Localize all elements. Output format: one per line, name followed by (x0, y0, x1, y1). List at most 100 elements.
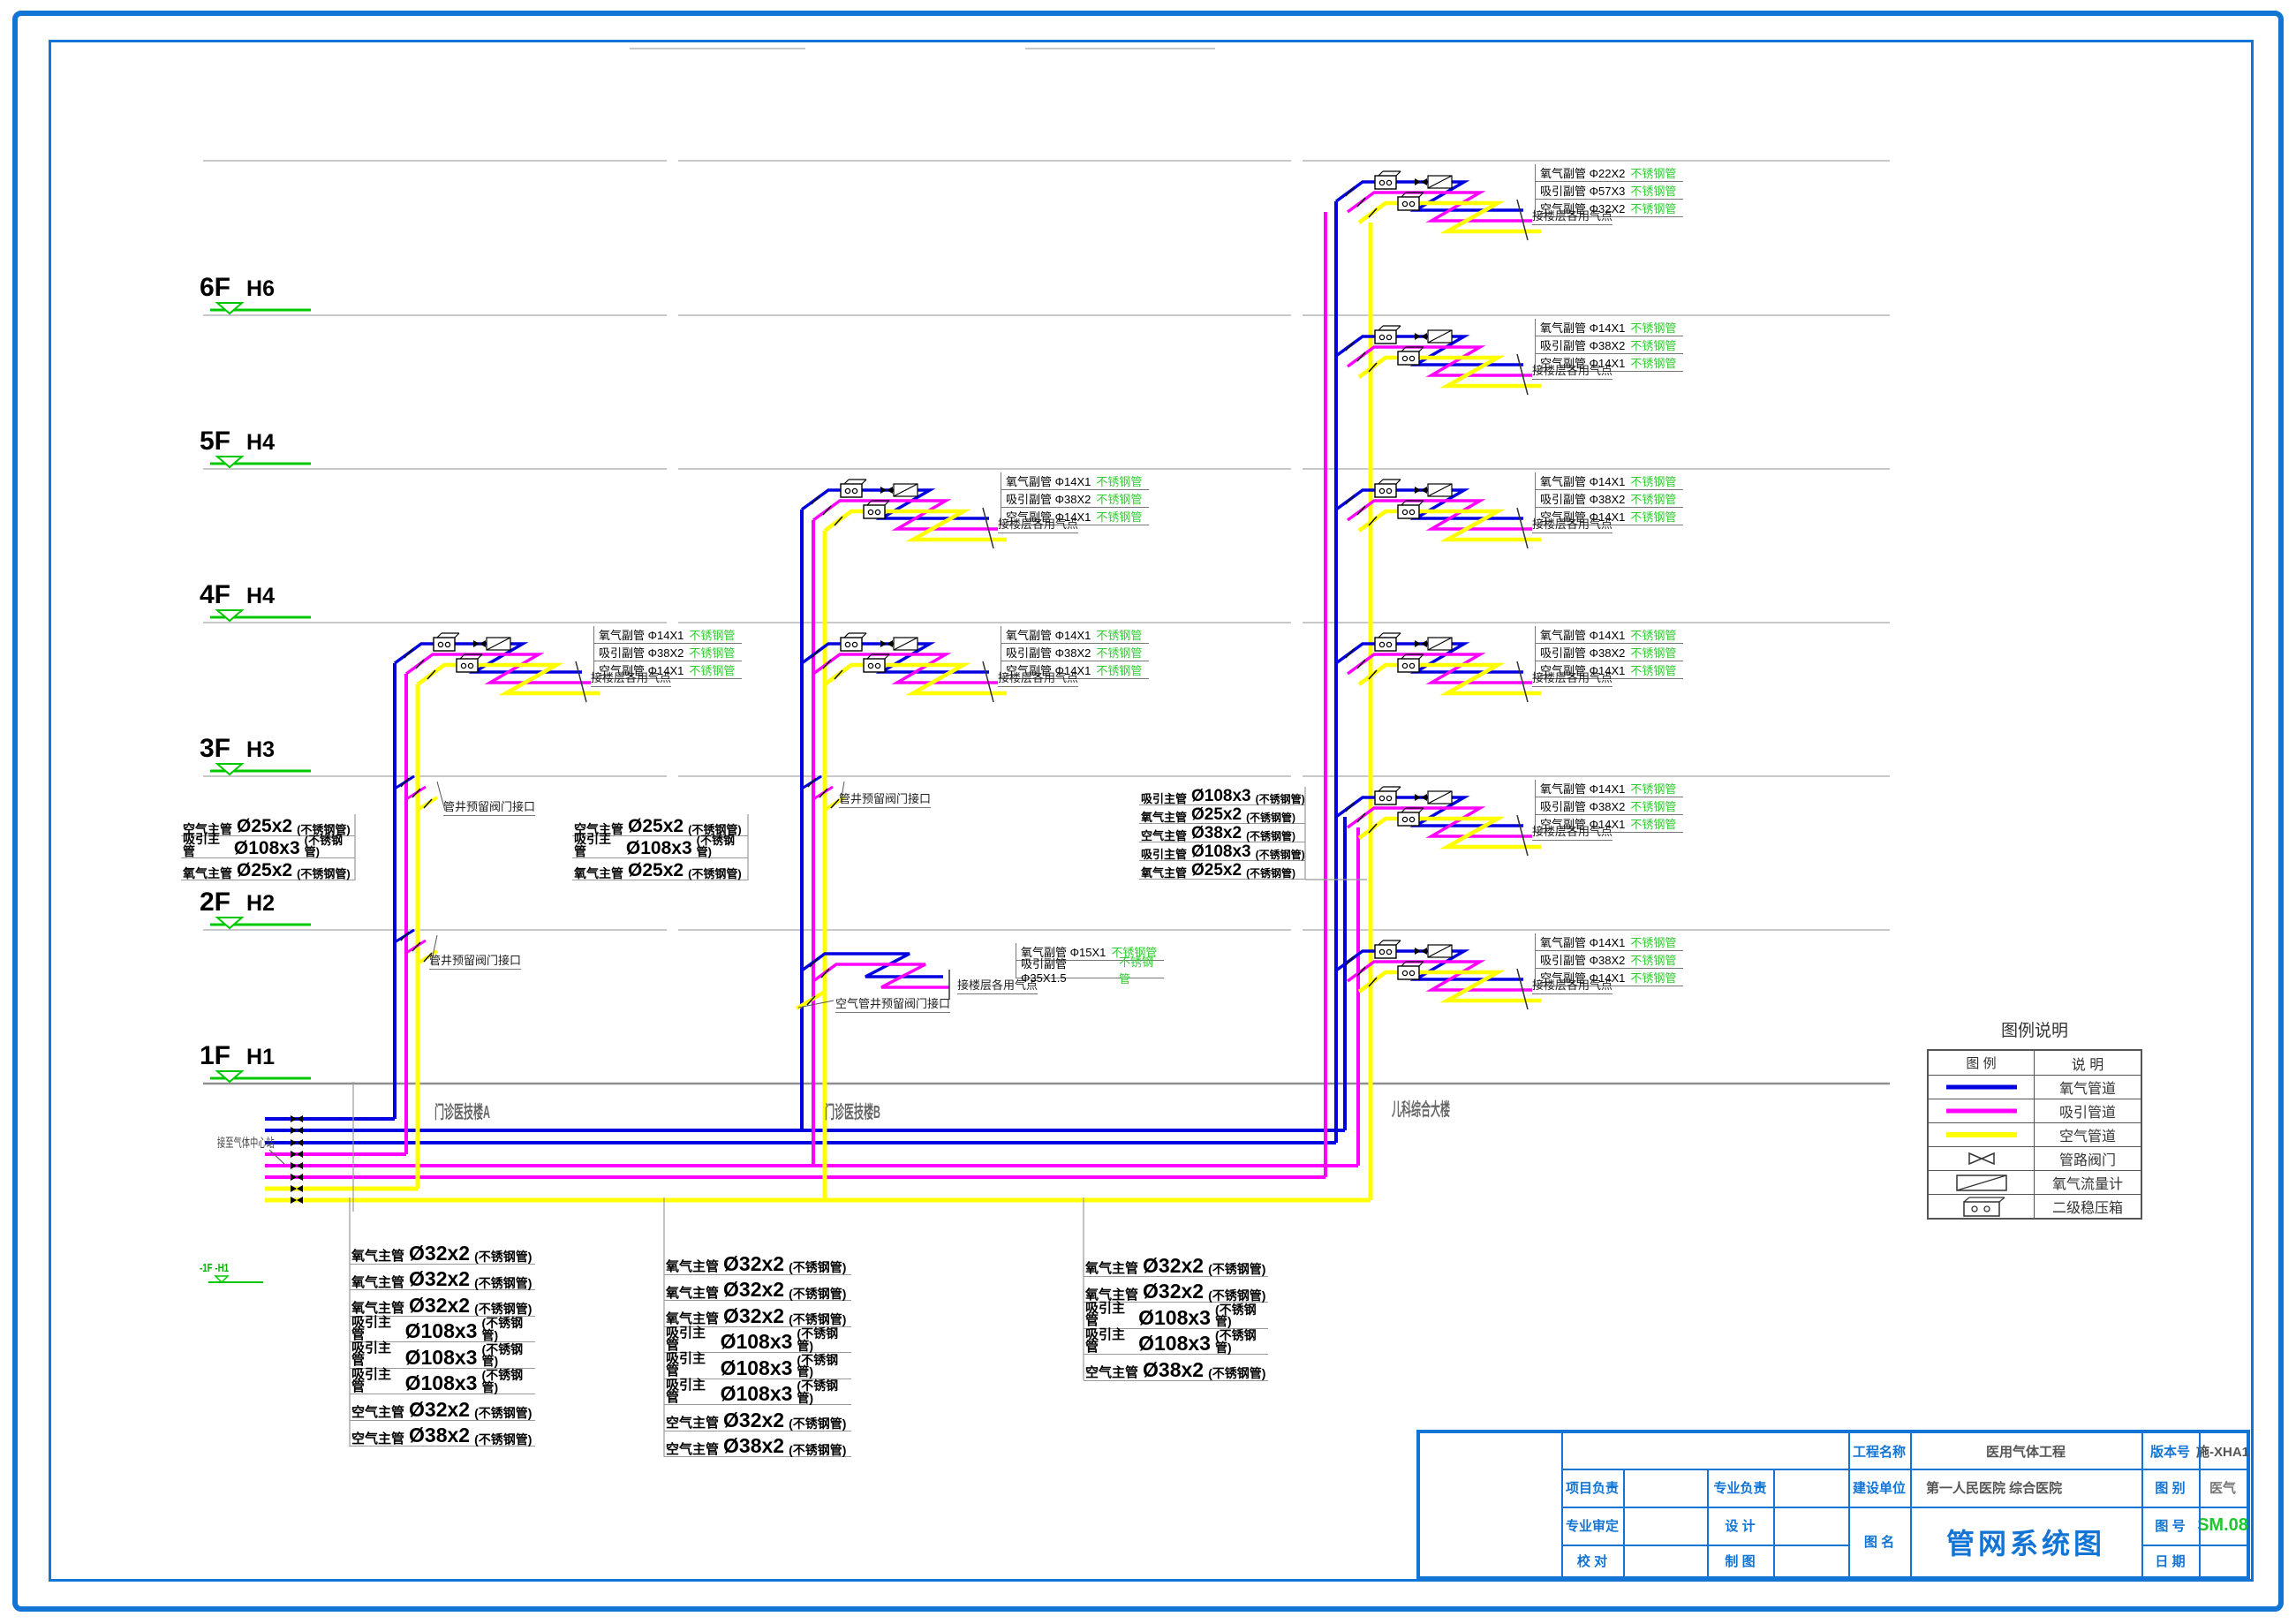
label-part: 吸引主管 (1085, 1303, 1134, 1328)
branch-pipe-size-row: 氧气副管 Φ14X1不锈钢管 (1535, 319, 1683, 336)
label-part: 空气主管 (666, 1417, 719, 1430)
label-part: (不锈钢管) (474, 1303, 532, 1315)
label-part: Ø25x2 (237, 818, 292, 835)
floor-marker: 5FH4 (200, 427, 275, 457)
drawing-number: SM.08 (2199, 1507, 2247, 1545)
trunk-pipe-size-row: 吸引主管Ø108x3(不锈钢管) (350, 1317, 535, 1343)
label-part: Ø32x2 (723, 1411, 784, 1431)
title-block-line (1848, 1433, 1850, 1576)
floor-marker: 6FH6 (200, 273, 275, 303)
label-part: 空气主管 (1085, 1367, 1138, 1379)
building-name: 门诊医技楼B (825, 1098, 880, 1123)
label-part: 吸引主管 (351, 1369, 401, 1394)
legend-desc: 二级稳压箱 (2035, 1195, 2141, 1218)
label-part: 不锈钢管 (1630, 490, 1676, 507)
label-part: 氧气副管 Φ14X1 (599, 626, 684, 643)
label-part: 吸引主管 (351, 1342, 401, 1368)
label-part: 氧气副管 Φ14X1 (1540, 319, 1625, 336)
label-part: Ø108x3 (1138, 1334, 1211, 1354)
date-label: 日 期 (2141, 1545, 2199, 1576)
trunk-pipe-size-row: 空气主管Ø32x2(不锈钢管) (664, 1405, 851, 1431)
label-part: H3 (246, 737, 275, 762)
label-part: 吸引副管 Φ38X2 (1540, 644, 1625, 661)
title-block-line (1707, 1469, 1709, 1576)
trunk-pipe-size-row: 吸引主管Ø108x3(不锈钢管) (664, 1379, 851, 1406)
label-part: Ø32x2 (409, 1270, 470, 1289)
legend-row: 氧气流量计 (1929, 1170, 2141, 1194)
drawing-label: 图 名 (1848, 1507, 1910, 1576)
label-part: Ø38x2 (1143, 1361, 1204, 1380)
title-block-line (1910, 1433, 1912, 1576)
label-part: 氧气副管 Φ14X1 (1540, 472, 1625, 489)
client-value: 第一人民医院 综合医院 (1910, 1469, 2141, 1507)
label-part: 不锈钢管 (689, 644, 735, 661)
date-value (2199, 1545, 2247, 1576)
label-part: 空气主管 (351, 1433, 404, 1446)
legend-symbol-cell (1929, 1147, 2035, 1170)
label-part: Ø108x3 (1138, 1309, 1211, 1328)
branch-pipe-size-row: 氧气副管 Φ14X1不锈钢管 (1001, 472, 1149, 490)
label-part: Ø32x2 (723, 1280, 784, 1300)
main-pipe-size-row: 氧气主管Ø25x2(不锈钢管) (181, 858, 355, 880)
label-part: Ø108x3 (1191, 844, 1251, 860)
floor-gas-points-label: 接楼层各用气点 (998, 515, 1078, 533)
label-part: 不锈钢管 (1096, 490, 1142, 507)
label-part: Ø38x2 (1191, 826, 1242, 842)
title-block-line (1561, 1469, 2247, 1470)
trunk-pipe-size-row: 吸引主管Ø108x3(不锈钢管) (664, 1353, 851, 1379)
label-part: 不锈钢管 (1630, 354, 1676, 371)
label-part: 6F (200, 273, 230, 302)
check-label: 校 对 (1561, 1545, 1623, 1576)
number-label: 图 号 (2141, 1507, 2199, 1545)
main-pipe-size-row: 吸引主管Ø108x3(不锈钢管) (1139, 842, 1305, 861)
label-part: 不锈钢管 (1630, 200, 1676, 216)
label-part: 不锈钢管 (1096, 472, 1142, 489)
label-part: 氧气主管 (351, 1250, 404, 1263)
trunk-pipe-size-row: 氧气主管Ø32x2(不锈钢管) (350, 1238, 535, 1265)
label-part: 吸引副管 Φ38X2 (1540, 336, 1625, 353)
trunk-pipe-size-row: 吸引主管Ø108x3(不锈钢管) (350, 1369, 535, 1395)
building-name: 门诊医技楼A (434, 1098, 490, 1123)
label-part: 吸引副管 Φ38X2 (1006, 490, 1091, 507)
label-part: (不锈钢管) (474, 1408, 532, 1419)
branch-pipe-size-row: 吸引副管 Φ38X2不锈钢管 (1535, 644, 1683, 661)
label-part: Ø32x2 (1143, 1282, 1204, 1302)
title-block-line (1773, 1469, 1775, 1576)
branch-pipe-size-row: 氧气副管 Φ14X1不锈钢管 (1535, 626, 1683, 644)
label-part: (不锈钢管) (697, 835, 748, 857)
label-part: 空气主管 (351, 1407, 404, 1419)
label-part: 不锈钢管 (1096, 508, 1142, 525)
branch-pipe-size-row: 吸引副管 Φ38X2 不锈钢管 (1535, 490, 1683, 508)
branch-pipe-size-row: 吸引副管 Φ57X3不锈钢管 (1535, 182, 1683, 200)
label-part: 吸引副管 Φ38X2 (1006, 644, 1091, 661)
branch-pipe-size-row: 氧气副管 Φ14X1不锈钢管 (593, 626, 742, 644)
label-part: Ø25x2 (237, 862, 292, 880)
label-part: 吸引副管 Φ38X2 (1540, 490, 1625, 507)
label-part: Ø108x3 (1191, 789, 1251, 804)
legend-row: 管路阀门 (1929, 1146, 2141, 1170)
label-part: (不锈钢管) (1215, 1304, 1268, 1328)
label-part: Ø32x2 (723, 1307, 784, 1326)
building-name: 儿科综合大楼 (1392, 1095, 1450, 1121)
label-part: H4 (246, 430, 275, 455)
label-part: 吸引主管 (351, 1317, 401, 1342)
label-part: Ø108x3 (405, 1374, 478, 1394)
label-part: 2F (200, 888, 230, 917)
shaft-valve-annotation: 管井预留阀门接口 (443, 797, 535, 816)
label-part: 4F (200, 580, 230, 609)
label-part: 不锈钢管 (1630, 472, 1676, 489)
label-part: H1 (246, 1045, 275, 1069)
label-part: 1F (200, 1041, 230, 1070)
trunk-pipe-size-row: 氧气主管Ø32x2(不锈钢管) (664, 1275, 851, 1302)
label-part: (不锈钢管) (297, 869, 351, 880)
main-pipe-size-row: 空气主管Ø38x2(不锈钢管) (1139, 824, 1305, 842)
project-label: 工程名称 (1848, 1433, 1910, 1469)
label-part: 不锈钢管 (1096, 626, 1142, 643)
label-part: (不锈钢管) (1246, 869, 1295, 879)
main-pipe-size-row: 吸引主管Ø108x3(不锈钢管) (572, 836, 748, 858)
label-part: 不锈钢管 (1630, 626, 1676, 643)
branch-pipe-size-row: 吸引副管 Φ35X1.5不锈钢管 (1016, 961, 1164, 978)
label-part: Ø108x3 (234, 840, 300, 857)
trunk-pipe-size-row: 吸引主管Ø108x3(不锈钢管) (664, 1327, 851, 1354)
branch-pipe-size-row: 氧气副管 Φ14X1 不锈钢管 (1535, 472, 1683, 490)
